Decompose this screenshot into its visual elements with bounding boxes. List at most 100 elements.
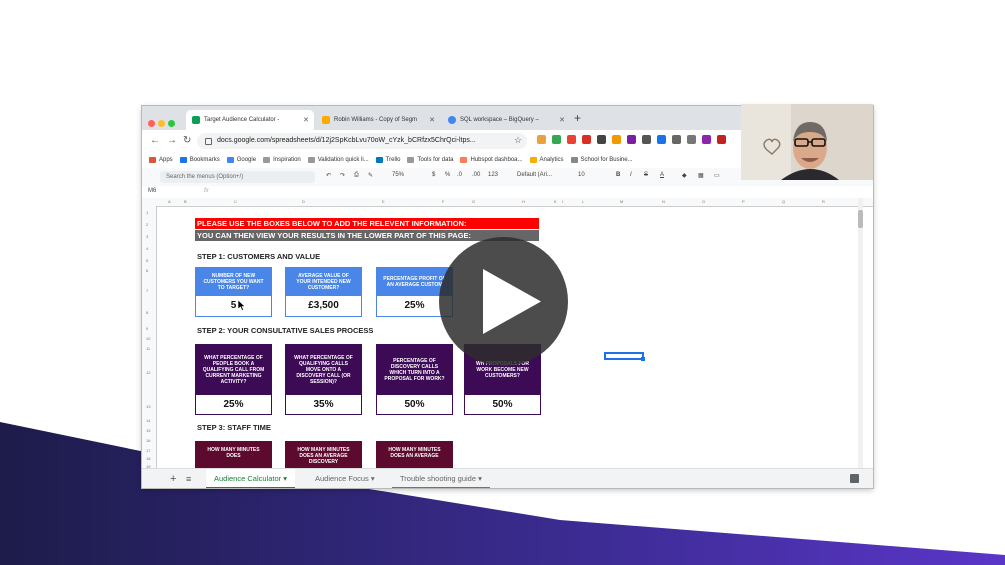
row-header[interactable]: 2 [146,222,148,227]
selected-cell[interactable] [604,352,645,361]
borders-icon[interactable]: ▦ [698,172,704,179]
close-tab-icon[interactable]: ✕ [559,116,565,124]
row-header[interactable]: 18 [146,456,150,461]
close-tab-icon[interactable]: ✕ [303,116,309,124]
reload-icon[interactable]: ↻ [183,135,191,146]
forward-icon[interactable]: → [167,135,177,146]
maximize-window-button[interactable] [168,120,175,127]
extension-icon[interactable] [612,135,621,144]
box-value[interactable]: 50% [465,395,540,414]
number-format-select[interactable]: 123 [488,172,498,178]
bookmark-tools[interactable]: Tools for data [407,157,453,163]
bookmark-analytics[interactable]: Analytics [529,157,564,163]
row-header[interactable]: 4 [146,246,148,251]
bookmark-google[interactable]: Google [226,157,256,163]
all-sheets-button[interactable]: ≡ [178,469,199,488]
merge-cells-icon[interactable]: ▭ [714,172,720,179]
row-header[interactable]: 9 [146,326,148,331]
column-header[interactable]: K [554,199,557,204]
box-value[interactable]: £3,500 [286,296,361,316]
paint-format-icon[interactable]: ✎ [368,172,373,179]
column-header[interactable]: G [472,199,475,204]
row-header[interactable]: 3 [146,234,148,239]
extension-icon[interactable] [642,135,651,144]
redo-icon[interactable]: ↷ [340,172,345,179]
bold-button[interactable]: B [616,172,620,178]
extension-icon[interactable] [582,135,591,144]
bookmark-hubspot[interactable]: Hubspot dashboa... [460,157,523,163]
decrease-decimal-button[interactable]: .0 [457,172,462,178]
extension-icon[interactable] [672,135,681,144]
new-tab-button[interactable]: + [574,111,581,125]
font-size-select[interactable]: 10 [578,172,585,178]
zoom-select[interactable]: 75% [392,172,404,178]
extension-icon[interactable] [657,135,666,144]
row-header[interactable]: 7 [146,288,148,293]
undo-icon[interactable]: ↶ [326,172,331,179]
tab-trouble-shooting[interactable]: Trouble shooting guide ▾ [392,469,490,488]
column-header[interactable]: O [702,199,705,204]
column-header[interactable]: D [302,199,305,204]
minimize-window-button[interactable] [158,120,165,127]
bookmark-trello[interactable]: Trello [375,157,400,163]
row-header[interactable]: 1 [146,210,148,215]
row-header[interactable]: 13 [146,404,150,409]
explore-icon[interactable] [850,474,859,483]
row-header[interactable]: 10 [146,336,150,341]
menu-search-input[interactable]: Search the menus (Option+/) [160,171,315,183]
fill-color-icon[interactable]: ◆ [682,172,687,179]
column-header[interactable]: H [522,199,525,204]
bookmark-bookmarks[interactable]: Bookmarks [179,157,220,163]
column-header[interactable]: L [582,199,584,204]
column-header[interactable]: P [742,199,745,204]
column-header[interactable]: I [562,199,563,204]
row-header[interactable]: 11 [146,346,150,351]
back-icon[interactable]: ← [150,135,160,146]
star-icon[interactable]: ☆ [514,135,522,146]
tab-audience-focus[interactable]: Audience Focus ▾ [307,469,383,488]
strikethrough-button[interactable]: S [644,172,648,178]
increase-decimal-button[interactable]: .00 [472,172,480,178]
percent-button[interactable]: % [445,172,450,178]
close-window-button[interactable] [148,120,155,127]
font-select[interactable]: Default (Ari... [517,172,552,178]
row-header[interactable]: 12 [146,370,150,375]
play-button[interactable] [439,237,568,366]
name-box[interactable]: M6 [148,188,156,194]
column-header[interactable]: A [168,199,171,204]
extension-icon[interactable] [717,135,726,144]
row-header[interactable]: 8 [146,310,148,315]
box-value[interactable]: 5 [196,296,271,316]
extension-icon[interactable] [702,135,711,144]
url-field[interactable]: docs.google.com/spreadsheets/d/12j2SpKcb… [197,133,527,149]
column-header[interactable]: N [662,199,665,204]
extension-icon[interactable] [597,135,606,144]
text-color-button[interactable]: A [660,172,664,178]
box-value[interactable]: 50% [377,395,452,414]
column-header[interactable]: C [234,199,237,204]
column-header[interactable]: B [184,199,187,204]
row-header[interactable]: 17 [146,448,150,453]
box-value[interactable]: 35% [286,395,361,414]
column-header[interactable]: Q [782,199,785,204]
bookmark-validation[interactable]: Validation quick li... [307,157,369,163]
column-header[interactable]: M [620,199,623,204]
box-value[interactable]: 25% [196,395,271,414]
tab-audience-calculator[interactable]: Audience Calculator ▾ [206,469,295,488]
column-header[interactable]: F [442,199,444,204]
vertical-scrollbar[interactable] [858,198,863,470]
extension-icon[interactable] [537,135,546,144]
fill-handle[interactable] [641,357,645,361]
column-header[interactable]: E [382,199,385,204]
extension-icon[interactable] [627,135,636,144]
scrollbar-thumb[interactable] [858,210,863,228]
extension-icon[interactable] [552,135,561,144]
column-header[interactable]: R [822,199,825,204]
extension-icon[interactable] [687,135,696,144]
row-header[interactable]: 6 [146,268,148,273]
extension-icon[interactable] [567,135,576,144]
tab-robin-williams[interactable]: Robin Williams - Copy of Segm ✕ [316,110,440,130]
row-header[interactable]: 14 [146,418,150,423]
row-header[interactable]: 15 [146,428,150,433]
tab-target-audience[interactable]: Target Audience Calculator - ✕ [186,110,314,130]
